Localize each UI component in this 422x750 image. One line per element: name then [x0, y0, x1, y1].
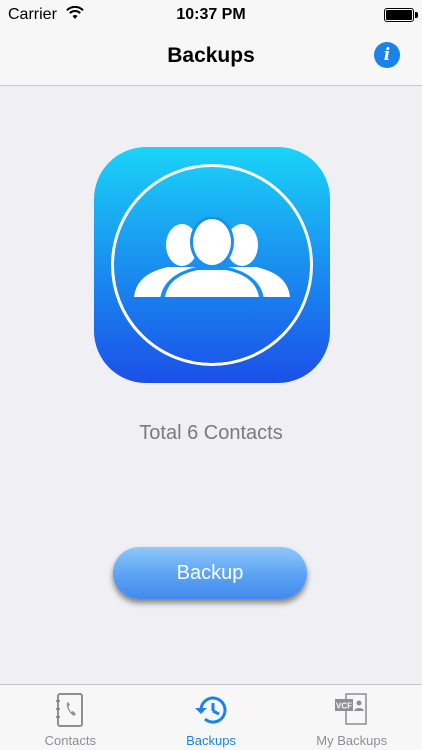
- main-content: Total 6 Contacts Backup: [0, 87, 422, 684]
- backup-history-icon: [193, 693, 229, 732]
- battery-fill: [386, 10, 412, 20]
- contacts-group-icon: [94, 147, 330, 383]
- tab-contacts[interactable]: Contacts: [0, 685, 141, 750]
- tab-backups[interactable]: Backups: [141, 685, 282, 750]
- tab-bar: Contacts Backups VCF My Backups: [0, 684, 422, 750]
- tab-my-backups[interactable]: VCF My Backups: [281, 685, 422, 750]
- battery-icon: [384, 8, 418, 22]
- contacts-total-label: Total 6 Contacts: [139, 422, 283, 444]
- info-button[interactable]: i: [374, 42, 400, 68]
- tab-label-backups: Backups: [186, 733, 236, 748]
- tab-label-contacts: Contacts: [44, 733, 96, 748]
- people-silhouette-icon: [134, 217, 290, 297]
- navigation-bar: Backups i: [0, 30, 422, 86]
- vcf-icon-text: VCF: [336, 702, 352, 711]
- contacts-book-icon: [54, 693, 86, 732]
- status-time: 10:37 PM: [176, 6, 246, 23]
- info-icon: i: [383, 45, 391, 65]
- page-title: Backups: [167, 44, 255, 67]
- status-bar: Carrier 10:37 PM: [0, 0, 422, 30]
- backup-button[interactable]: Backup: [113, 547, 307, 599]
- vcf-file-icon: VCF: [334, 693, 370, 732]
- tab-label-my-backups: My Backups: [316, 733, 388, 748]
